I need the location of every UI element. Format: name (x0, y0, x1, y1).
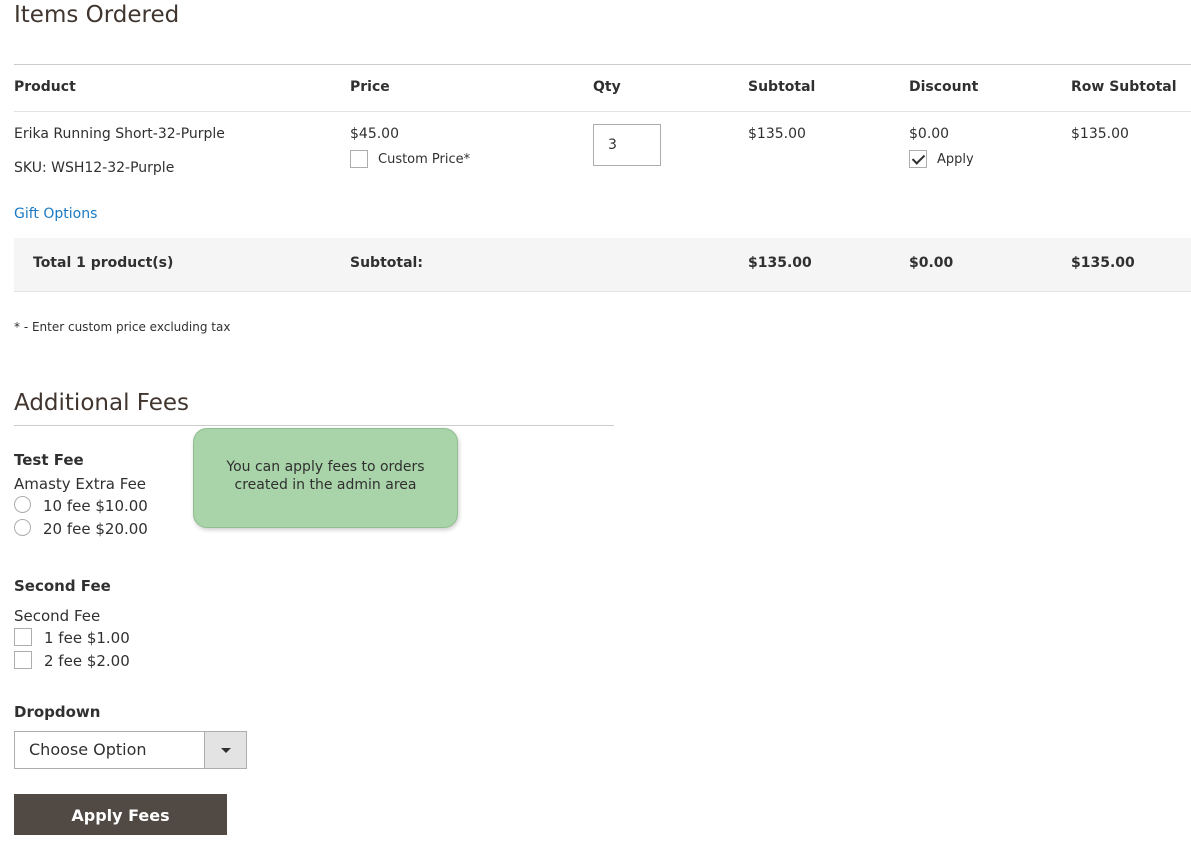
product-sku: SKU: WSH12-32-Purple (14, 160, 175, 176)
item-discount: $0.00 (909, 126, 950, 142)
qty-input[interactable] (593, 124, 661, 166)
fees-tooltip: You can apply fees to orders created in … (193, 428, 458, 528)
second-fee-option-1[interactable]: 1 fee $1.00 (14, 627, 130, 650)
fee-dropdown-select[interactable]: Choose Option (14, 731, 247, 769)
test-fee-title: Test Fee (14, 451, 84, 469)
totals-discount: $0.00 (909, 255, 954, 271)
tooltip-text: You can apply fees to orders created in … (226, 459, 425, 493)
total-products-label: Total 1 product(s) (33, 255, 174, 271)
dropdown-title: Dropdown (14, 703, 101, 721)
table-row: Erika Running Short-32-Purple SKU: WSH12… (14, 112, 1191, 238)
second-fee-title: Second Fee (14, 577, 111, 595)
second-fee-option-2-checkbox[interactable] (14, 650, 32, 669)
totals-subtotal-label: Subtotal: (350, 255, 423, 271)
custom-price-checkbox[interactable]: Custom Price* (350, 150, 470, 168)
dropdown-fee-group: Dropdown (14, 701, 100, 723)
test-fee-option-2[interactable]: 20 fee $20.00 (14, 518, 148, 541)
custom-price-note: * - Enter custom price excluding tax (14, 320, 231, 334)
section-divider (14, 425, 614, 426)
apply-discount-label: Apply (937, 151, 974, 167)
totals-subtotal: $135.00 (748, 255, 812, 271)
gift-options-link[interactable]: Gift Options (14, 206, 97, 222)
apply-fees-button[interactable]: Apply Fees (14, 794, 227, 835)
second-fee-group: Second Fee Second Fee 1 fee $1.00 2 fee … (14, 575, 130, 673)
additional-fees-title: Additional Fees (14, 390, 190, 416)
product-price: $45.00 (350, 126, 399, 142)
column-header-row-subtotal: Row Subtotal (1071, 79, 1177, 95)
test-fee-subtitle: Amasty Extra Fee (14, 475, 147, 493)
test-fee-option-2-radio[interactable] (14, 519, 31, 536)
fee-dropdown-selected: Choose Option (29, 740, 147, 759)
totals-row: Total 1 product(s) Subtotal: $135.00 $0.… (14, 238, 1191, 292)
test-fee-option-1-label: 10 fee $10.00 (43, 497, 148, 515)
column-header-product: Product (14, 79, 76, 95)
product-name: Erika Running Short-32-Purple (14, 126, 225, 142)
item-subtotal: $135.00 (748, 126, 806, 142)
items-table: Product Price Qty Subtotal Discount Row … (14, 64, 1191, 292)
second-fee-option-1-label: 1 fee $1.00 (44, 629, 130, 647)
chevron-down-icon[interactable] (204, 732, 246, 768)
column-header-price: Price (350, 79, 390, 95)
apply-discount-checkbox-box[interactable] (909, 150, 927, 168)
items-ordered-title: Items Ordered (14, 2, 180, 28)
column-header-discount: Discount (909, 79, 979, 95)
second-fee-subtitle: Second Fee (14, 607, 101, 625)
test-fee-option-1[interactable]: 10 fee $10.00 (14, 495, 148, 518)
apply-discount-checkbox[interactable]: Apply (909, 150, 974, 168)
second-fee-option-2-label: 2 fee $2.00 (44, 652, 130, 670)
custom-price-checkbox-box[interactable] (350, 150, 368, 168)
totals-row-subtotal: $135.00 (1071, 255, 1135, 271)
test-fee-group: Test Fee Amasty Extra Fee 10 fee $10.00 … (14, 449, 148, 541)
second-fee-option-1-checkbox[interactable] (14, 627, 32, 646)
column-header-subtotal: Subtotal (748, 79, 816, 95)
test-fee-option-1-radio[interactable] (14, 496, 31, 513)
item-row-subtotal: $135.00 (1071, 126, 1129, 142)
table-header: Product Price Qty Subtotal Discount Row … (14, 64, 1191, 112)
test-fee-option-2-label: 20 fee $20.00 (43, 520, 148, 538)
column-header-qty: Qty (593, 79, 621, 95)
custom-price-label: Custom Price* (378, 151, 471, 167)
second-fee-option-2[interactable]: 2 fee $2.00 (14, 650, 130, 673)
